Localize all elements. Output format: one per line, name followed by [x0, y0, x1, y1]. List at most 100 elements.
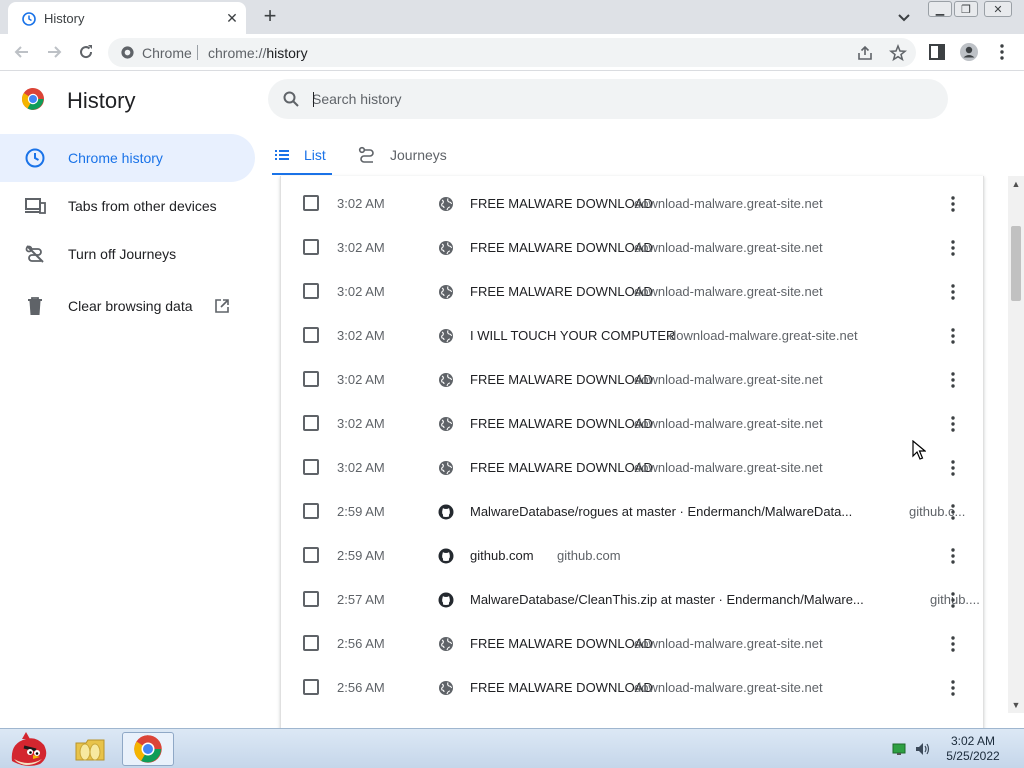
- chevron-down-icon[interactable]: [894, 7, 914, 27]
- row-checkbox[interactable]: [303, 415, 319, 431]
- search-icon: [283, 91, 299, 107]
- sidebar-item-other-devices[interactable]: Tabs from other devices: [0, 182, 255, 230]
- taskbar-app-chrome[interactable]: [122, 732, 174, 766]
- scroll-down-arrow-icon[interactable]: ▼: [1011, 700, 1021, 710]
- menu-kebab-icon[interactable]: [992, 42, 1012, 62]
- minimize-button[interactable]: ▁: [928, 1, 952, 17]
- row-title-link[interactable]: FREE MALWARE DOWNLOAD: [470, 416, 653, 431]
- row-title-link[interactable]: MalwareDatabase/rogues at master · Ender…: [470, 504, 852, 519]
- scrollbar-thumb[interactable]: [1011, 226, 1021, 301]
- row-menu-kebab-icon[interactable]: [945, 326, 961, 346]
- github-icon: [438, 504, 454, 520]
- row-checkbox[interactable]: [303, 239, 319, 255]
- system-clock[interactable]: 3:02 AM 5/25/2022: [940, 734, 1006, 764]
- row-title-link[interactable]: FREE MALWARE DOWNLOAD: [470, 636, 653, 651]
- row-time: 2:59 AM: [337, 548, 385, 563]
- sidebar-item-turn-off-journeys[interactable]: Turn off Journeys: [0, 230, 255, 278]
- row-domain: download-malware.great-site.net: [634, 416, 823, 431]
- journeys-off-icon: [25, 245, 44, 263]
- volume-icon[interactable]: [915, 742, 931, 756]
- row-checkbox[interactable]: [303, 503, 319, 519]
- share-icon[interactable]: [856, 44, 874, 62]
- tab-list[interactable]: List: [272, 135, 332, 175]
- close-tab-button[interactable]: ✕: [224, 10, 240, 26]
- restore-button[interactable]: ❐: [954, 1, 978, 17]
- row-checkbox[interactable]: [303, 327, 319, 343]
- row-menu-kebab-icon[interactable]: [945, 282, 961, 302]
- history-row[interactable]: 3:02 AM FREE MALWARE DOWNLOAD download-mal…: [281, 358, 983, 402]
- row-checkbox[interactable]: [303, 679, 319, 695]
- row-menu-kebab-icon[interactable]: [945, 502, 961, 522]
- row-title-link[interactable]: I WILL TOUCH YOUR COMPUTER: [470, 328, 675, 343]
- history-row[interactable]: 3:02 AM FREE MALWARE DOWNLOAD download-mal…: [281, 402, 983, 446]
- globe-icon: [439, 681, 453, 695]
- taskbar-app-folder[interactable]: [64, 732, 116, 766]
- row-checkbox[interactable]: [303, 547, 319, 563]
- history-row[interactable]: 2:56 AM FREE MALWARE DOWNLOAD download-mal…: [281, 666, 983, 710]
- row-menu-kebab-icon[interactable]: [945, 414, 961, 434]
- search-box[interactable]: [268, 79, 948, 119]
- tab-journeys[interactable]: Journeys: [358, 135, 458, 175]
- forward-arrow-icon[interactable]: [44, 42, 64, 62]
- row-time: 2:56 AM: [337, 680, 385, 695]
- page-scrollbar[interactable]: ▲ ▼: [1008, 176, 1024, 713]
- row-checkbox[interactable]: [303, 459, 319, 475]
- history-row[interactable]: 2:57 AM MalwareDatabase/CleanThis.zip at …: [281, 578, 983, 622]
- row-menu-kebab-icon[interactable]: [945, 370, 961, 390]
- history-row[interactable]: 3:02 AM FREE MALWARE DOWNLOAD download-mal…: [281, 226, 983, 270]
- row-checkbox[interactable]: [303, 195, 319, 211]
- globe-icon: [439, 197, 453, 211]
- side-panel-icon[interactable]: [927, 42, 947, 62]
- row-title-link[interactable]: MalwareDatabase/CleanThis.zip at master …: [470, 592, 864, 607]
- new-tab-button[interactable]: +: [258, 5, 282, 29]
- scroll-up-arrow-icon[interactable]: ▲: [1011, 179, 1021, 189]
- taskbar-app-angry-birds[interactable]: [2, 732, 54, 766]
- chrome-page-icon: [121, 46, 134, 59]
- row-title-link[interactable]: FREE MALWARE DOWNLOAD: [470, 240, 653, 255]
- row-menu-kebab-icon[interactable]: [945, 590, 961, 610]
- history-row[interactable]: 3:02 AM FREE MALWARE DOWNLOAD download-mal…: [281, 446, 983, 490]
- history-row[interactable]: 2:56 AM FREE MALWARE DOWNLOAD download-mal…: [281, 622, 983, 666]
- row-checkbox[interactable]: [303, 371, 319, 387]
- history-row[interactable]: 3:02 AM FREE MALWARE DOWNLOAD download-mal…: [281, 270, 983, 314]
- browser-tab-history[interactable]: History ✕: [8, 2, 246, 34]
- row-title-link[interactable]: FREE MALWARE DOWNLOAD: [470, 460, 653, 475]
- sidebar-item-chrome-history[interactable]: Chrome history: [0, 134, 255, 182]
- profile-avatar-icon[interactable]: [959, 42, 979, 62]
- globe-icon: [439, 461, 453, 475]
- reload-icon[interactable]: [76, 42, 96, 62]
- back-arrow-icon[interactable]: [12, 42, 32, 62]
- history-row[interactable]: 3:02 AM FREE MALWARE DOWNLOAD download-mal…: [281, 182, 983, 226]
- row-menu-kebab-icon[interactable]: [945, 546, 961, 566]
- row-domain: download-malware.great-site.net: [634, 284, 823, 299]
- row-checkbox[interactable]: [303, 635, 319, 651]
- history-row[interactable]: 2:59 AM MalwareDatabase/rogues at master …: [281, 490, 983, 534]
- row-menu-kebab-icon[interactable]: [945, 238, 961, 258]
- row-checkbox[interactable]: [303, 591, 319, 607]
- row-title-link[interactable]: FREE MALWARE DOWNLOAD: [470, 680, 653, 695]
- sidebar-item-clear-browsing-data[interactable]: Clear browsing data: [0, 282, 255, 330]
- row-time: 3:02 AM: [337, 416, 385, 431]
- bookmark-star-icon[interactable]: [889, 44, 907, 62]
- network-icon[interactable]: [892, 742, 908, 756]
- row-menu-kebab-icon[interactable]: [945, 634, 961, 654]
- row-time: 3:02 AM: [337, 372, 385, 387]
- close-window-button[interactable]: ✕: [984, 1, 1012, 17]
- address-bar[interactable]: Chrome chrome://history: [108, 38, 916, 67]
- row-menu-kebab-icon[interactable]: [945, 194, 961, 214]
- history-row[interactable]: 3:02 AM I WILL TOUCH YOUR COMPUTER downloa…: [281, 314, 983, 358]
- clock-icon: [25, 148, 45, 168]
- sidebar-item-label: Clear browsing data: [68, 298, 193, 314]
- row-checkbox[interactable]: [303, 283, 319, 299]
- external-link-icon: [215, 299, 229, 313]
- history-row[interactable]: 2:59 AM github.com github.com: [281, 534, 983, 578]
- row-time: 2:59 AM: [337, 504, 385, 519]
- row-title-link[interactable]: FREE MALWARE DOWNLOAD: [470, 284, 653, 299]
- row-menu-kebab-icon[interactable]: [945, 458, 961, 478]
- row-title-link[interactable]: github.com: [470, 548, 534, 563]
- page-title: History: [67, 88, 136, 113]
- row-title-link[interactable]: FREE MALWARE DOWNLOAD: [470, 196, 653, 211]
- row-menu-kebab-icon[interactable]: [945, 678, 961, 698]
- row-title-link[interactable]: FREE MALWARE DOWNLOAD: [470, 372, 653, 387]
- search-input[interactable]: [312, 79, 912, 119]
